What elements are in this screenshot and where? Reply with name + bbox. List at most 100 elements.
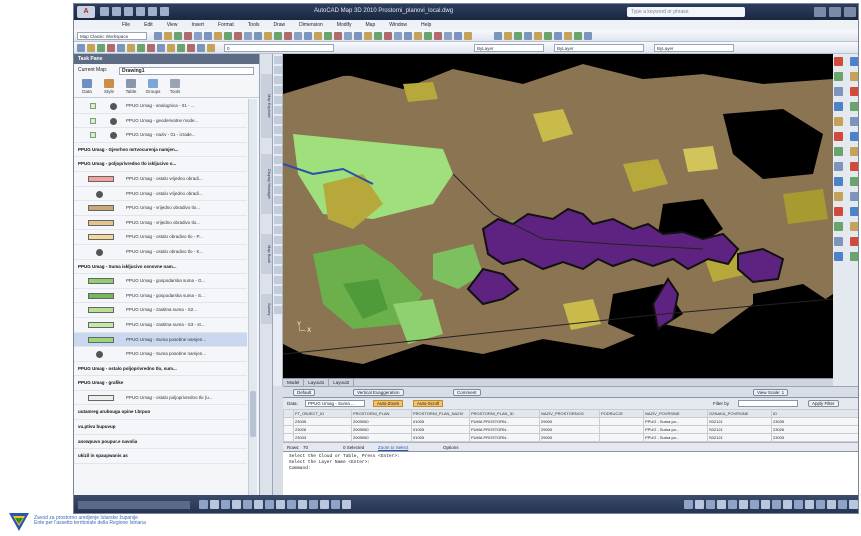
draw-tool-icon[interactable] — [274, 96, 282, 104]
nav-tool-icon[interactable] — [834, 192, 843, 201]
table-cell[interactable]: 29000 — [539, 417, 600, 426]
draw-tool-icon[interactable] — [274, 256, 282, 264]
toolbar-tool-icon[interactable] — [444, 32, 452, 40]
status-toggle-icon[interactable] — [265, 500, 274, 509]
menu-item[interactable]: Insert — [191, 20, 204, 30]
draw-tool-icon[interactable] — [274, 166, 282, 174]
column-header[interactable]: NAZIV_PROSTORNOG — [539, 409, 600, 418]
layer-tool-icon[interactable] — [167, 44, 175, 52]
status-toggle-icon[interactable] — [287, 500, 296, 509]
status-toggle-icon[interactable] — [254, 500, 263, 509]
status-tray-icon[interactable] — [827, 500, 836, 509]
tab-layout1[interactable]: Layout1 — [304, 379, 330, 386]
toolbar-tool-icon[interactable] — [224, 32, 232, 40]
color-combo[interactable]: ByLayer — [474, 44, 544, 52]
table-cell[interactable]: 23026 — [771, 425, 858, 434]
layer-tool-icon[interactable] — [147, 44, 155, 52]
help-search-input[interactable]: Type a keyword or phrase — [627, 7, 745, 17]
table-cell[interactable]: PPUG - Suma po... — [643, 433, 708, 442]
layer-group-row[interactable]: PPUG Umag - poljoprivredno tlo iskljuciv… — [74, 157, 247, 172]
nav-tool-icon[interactable] — [850, 222, 858, 231]
menu-item[interactable]: View — [167, 20, 178, 30]
table-cell[interactable]: PUMA PROSTORN... — [469, 417, 540, 426]
toolbar-tool-icon[interactable] — [584, 32, 592, 40]
menu-item[interactable]: Modify — [337, 20, 352, 30]
status-tray-icon[interactable] — [838, 500, 847, 509]
layer-row[interactable]: PPUG Umag - ostalo vrijedno obradi... — [74, 172, 247, 187]
table-row[interactable]: 23026 2009050 01005 PUMA PROSTORN... 29000 PP… — [283, 425, 858, 434]
status-tray-icon[interactable] — [805, 500, 814, 509]
command-prompt[interactable]: Command: — [289, 466, 854, 472]
status-toggle-icon[interactable] — [309, 500, 318, 509]
tab-tools[interactable]: Tools — [166, 79, 184, 95]
layer-tool-icon[interactable] — [87, 44, 95, 52]
side-tab-display-manager[interactable]: Display Manager — [261, 154, 272, 214]
toolbar-tool-icon[interactable] — [464, 32, 472, 40]
draw-tool-icon[interactable] — [274, 216, 282, 224]
table-cell[interactable]: PUMA PROSTORN... — [469, 433, 540, 442]
layer-combo[interactable]: 0 — [224, 44, 334, 52]
plot-icon[interactable] — [160, 7, 169, 16]
nav-tool-icon[interactable] — [850, 192, 858, 201]
menu-item[interactable]: File — [122, 20, 130, 30]
toolbar-tool-icon[interactable] — [354, 32, 362, 40]
layer-group-row[interactable]: PPUG Umag - Gjevrhvo mrtvocurenja namjen… — [74, 143, 247, 158]
tab-data[interactable]: Data — [78, 79, 96, 95]
draw-tool-icon[interactable] — [274, 176, 282, 184]
toolbar-tool-icon[interactable] — [234, 32, 242, 40]
nav-tool-icon[interactable] — [834, 222, 843, 231]
column-header[interactable]: PROSTORNI_PLAN_ID — [469, 409, 540, 418]
table-row[interactable]: 23035 2009050 01005 PUMA PROSTORN... 29000 PP… — [283, 417, 858, 426]
nav-tool-icon[interactable] — [850, 132, 858, 141]
comment-pill[interactable]: Comment — [453, 389, 481, 396]
column-header[interactable]: ID — [771, 409, 858, 418]
layer-row[interactable]: PPUG Umag - zastitna suma - S2... — [74, 303, 247, 318]
status-toggle-icon[interactable] — [320, 500, 329, 509]
table-cell[interactable]: 29000 — [539, 425, 600, 434]
toolbar-tool-icon[interactable] — [494, 32, 502, 40]
layer-tool-icon[interactable] — [137, 44, 145, 52]
table-cell[interactable]: PPUG - Suma po... — [643, 425, 708, 434]
toolbar-tool-icon[interactable] — [434, 32, 442, 40]
toolbar-tool-icon[interactable] — [254, 32, 262, 40]
tab-table[interactable]: Table — [122, 79, 140, 95]
draw-tool-icon[interactable] — [274, 286, 282, 294]
layer-row[interactable]: PPUG Umag - Suma posebne namjen... — [74, 332, 247, 348]
toolbar-tool-icon[interactable] — [574, 32, 582, 40]
draw-tool-icon[interactable] — [274, 306, 282, 314]
layer-row[interactable]: PPUG Umag - ostalo obradivo tlo - P... — [74, 230, 247, 245]
toolbar-tool-icon[interactable] — [454, 32, 462, 40]
nav-tool-icon[interactable] — [850, 57, 858, 66]
toolbar-tool-icon[interactable] — [554, 32, 562, 40]
auto-zoom-button[interactable]: Auto-Zoom — [373, 400, 404, 407]
linetype-combo[interactable]: ByLayer — [554, 44, 644, 52]
nav-tool-icon[interactable] — [850, 177, 858, 186]
table-cell[interactable]: S02121 — [707, 425, 772, 434]
toolbar-tool-icon[interactable] — [304, 32, 312, 40]
vertical-exaggeration-pill[interactable]: Vertical Exaggeration — [353, 389, 404, 396]
status-toggle-icon[interactable] — [298, 500, 307, 509]
draw-tool-icon[interactable] — [274, 126, 282, 134]
draw-tool-icon[interactable] — [274, 186, 282, 194]
tab-style[interactable]: Style — [100, 79, 118, 95]
column-header[interactable]: PODRUCJE — [599, 409, 644, 418]
menu-item[interactable]: Format — [218, 20, 234, 30]
layer-tool-icon[interactable] — [207, 44, 215, 52]
redo-icon[interactable] — [148, 7, 157, 16]
toolbar-tool-icon[interactable] — [284, 32, 292, 40]
status-tray-icon[interactable] — [816, 500, 825, 509]
status-tray-icon[interactable] — [772, 500, 781, 509]
layer-row[interactable]: PPUG Umag - gospodarska suma - G... — [74, 274, 247, 289]
toolbar-tool-icon[interactable] — [524, 32, 532, 40]
layer-tool-icon[interactable] — [77, 44, 85, 52]
nav-tool-icon[interactable] — [834, 132, 843, 141]
toolbar-tool-icon[interactable] — [394, 32, 402, 40]
draw-tool-icon[interactable] — [274, 56, 282, 64]
layer-group-row[interactable]: PPUG Umag - grafike — [74, 376, 247, 391]
scroll-thumb[interactable] — [250, 391, 256, 437]
column-header[interactable] — [283, 409, 294, 418]
toolbar-tool-icon[interactable] — [324, 32, 332, 40]
status-tray-icon[interactable] — [750, 500, 759, 509]
layer-row[interactable]: vu.ptivu bupuvup — [74, 420, 247, 435]
toolbar-tool-icon[interactable] — [214, 32, 222, 40]
